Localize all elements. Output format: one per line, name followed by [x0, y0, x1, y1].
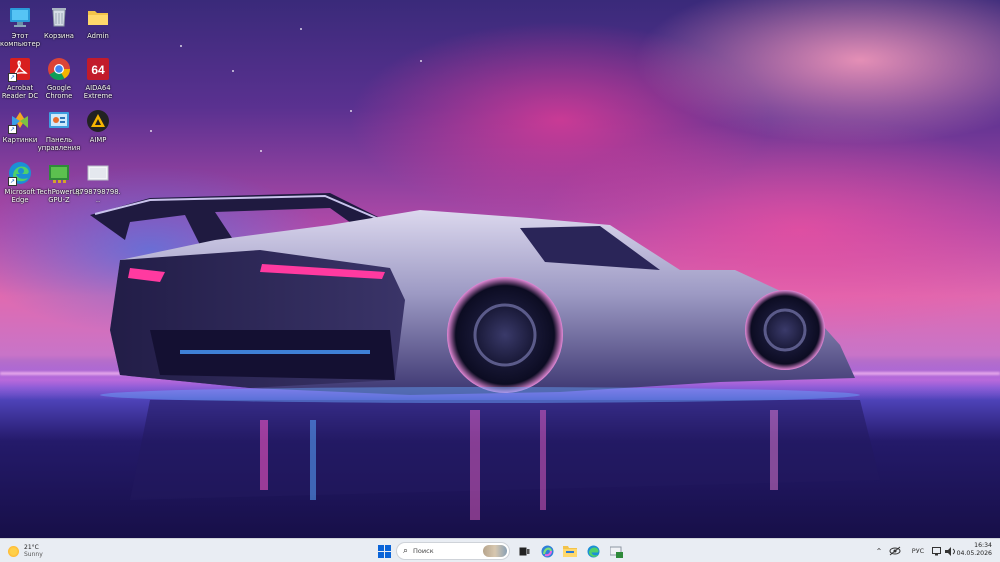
weather-temp: 21°C — [24, 544, 39, 551]
start-button[interactable] — [375, 542, 393, 560]
volume-button[interactable] — [944, 542, 956, 560]
network-icon — [931, 546, 941, 555]
edge-icon: ↗ — [7, 160, 33, 186]
desktop-icon-label: AIDA64 Extreme — [83, 84, 113, 100]
weather-condition: Sunny — [24, 551, 43, 558]
language-indicator[interactable]: РУС — [906, 542, 930, 560]
photos-icon: ↗ — [7, 108, 33, 134]
show-hidden-icons-button[interactable]: ⌃ — [874, 542, 884, 560]
edge-icon — [587, 545, 599, 557]
taskbar-app-file-explorer[interactable] — [561, 542, 579, 560]
taskbar-app-copilot[interactable] — [538, 542, 556, 560]
taskbar-app-gpu-z[interactable] — [607, 542, 625, 560]
weather-widget[interactable]: 21°C Sunny — [8, 542, 43, 560]
clock-time: 16:34 — [974, 542, 992, 549]
image-file-icon — [85, 160, 111, 186]
shortcut-arrow-icon: ↗ — [8, 73, 17, 82]
desktop-icon-label: Admin — [87, 32, 109, 40]
search-highlight-image — [483, 545, 507, 557]
desktop-icon-label: 8798798798... — [75, 188, 121, 204]
desktop-icon-aimp[interactable]: AIMP — [75, 108, 121, 144]
desktop-icon-aida64[interactable]: 64 AIDA64 Extreme — [75, 56, 121, 100]
clock-date: 04.05.2026 — [956, 550, 992, 557]
aimp-icon — [85, 108, 111, 134]
chrome-icon — [46, 56, 72, 82]
sun-icon — [8, 545, 19, 557]
desktop-wallpaper — [0, 0, 1000, 538]
acrobat-reader-icon: ↗ — [7, 56, 33, 82]
desktop-icon-admin-folder[interactable]: Admin — [75, 4, 121, 40]
sports-car-illustration — [90, 193, 880, 520]
taskbar-app-edge[interactable] — [584, 542, 602, 560]
desktop-icon-file-8798[interactable]: 8798798798... — [75, 160, 121, 204]
copilot-icon — [541, 545, 553, 557]
desktop-icon-label: AIMP — [89, 136, 107, 144]
aida64-icon: 64 — [85, 56, 111, 82]
speaker-icon — [944, 546, 955, 556]
task-view-icon — [519, 547, 529, 555]
svg-text:64: 64 — [91, 63, 105, 77]
chevron-up-icon: ⌃ — [875, 546, 883, 556]
folder-icon — [563, 546, 577, 557]
shortcut-arrow-icon: ↗ — [8, 177, 17, 186]
shortcut-arrow-icon: ↗ — [8, 125, 17, 134]
gpu-z-icon — [609, 546, 623, 558]
taskbar: 21°C Sunny ⌕ Поиск ⌃ РУС 16:34 04.05.202… — [0, 538, 1000, 562]
taskbar-search[interactable]: ⌕ Поиск — [396, 542, 510, 560]
recycle-bin-icon — [46, 4, 72, 30]
task-view-button[interactable] — [515, 542, 533, 560]
search-icon: ⌕ — [403, 546, 409, 556]
windows-logo-icon — [377, 544, 391, 558]
control-panel-icon — [46, 108, 72, 134]
folder-icon — [85, 4, 111, 30]
monitor-icon — [7, 4, 33, 30]
search-placeholder: Поиск — [413, 547, 434, 555]
tray-icon-onedrive[interactable] — [888, 542, 902, 560]
network-button[interactable] — [931, 542, 943, 560]
taskbar-clock[interactable]: 16:34 04.05.2026 — [957, 542, 992, 558]
eye-slash-icon — [889, 546, 901, 556]
gpu-z-icon — [46, 160, 72, 186]
